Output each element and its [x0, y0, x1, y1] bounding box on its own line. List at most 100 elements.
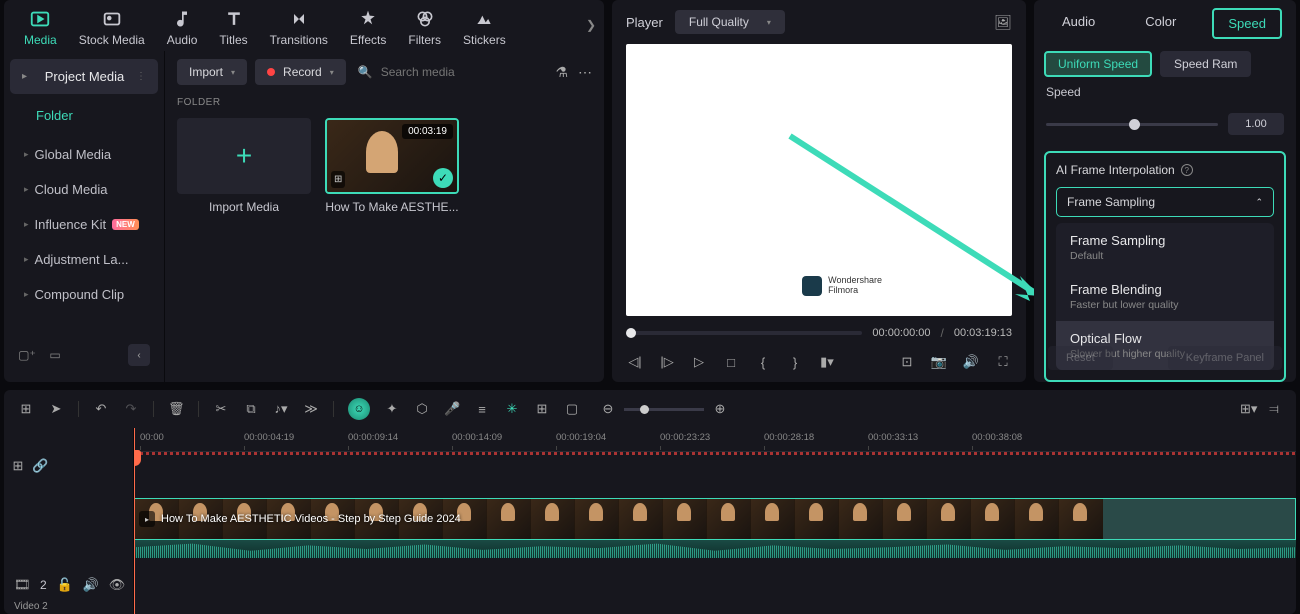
camera-icon[interactable]: 📷 [930, 354, 948, 370]
box-icon[interactable]: ▢ [564, 401, 580, 417]
shield-icon[interactable]: ⬡ [414, 401, 430, 417]
watermark: WondershareFilmora [802, 276, 882, 296]
import-media-tile[interactable]: + Import Media [177, 118, 311, 214]
search-input[interactable] [381, 65, 501, 79]
music-icon[interactable]: ♪▾ [273, 401, 289, 417]
undo-icon[interactable]: ↶ [93, 401, 109, 417]
opt-frame-sampling[interactable]: Frame SamplingDefault [1056, 223, 1274, 272]
prev-frame-icon[interactable]: ◁| [626, 354, 644, 370]
zoom-in-icon[interactable]: ⊕ [712, 401, 728, 417]
main-tabs: Media Stock Media Audio Titles Transitio… [4, 0, 604, 51]
collapse-sidebar[interactable]: ‹ [128, 344, 150, 366]
track-count: 2 [40, 578, 47, 592]
mixer-icon[interactable]: ⫤ [1266, 401, 1282, 417]
player-viewport[interactable]: WondershareFilmora [626, 44, 1012, 316]
snapshot-icon[interactable]: 🖼 [994, 14, 1012, 31]
subtab-ramp[interactable]: Speed Ram [1160, 51, 1251, 77]
tab-audio[interactable]: Audio [167, 8, 198, 47]
speed-value[interactable]: 1.00 [1228, 113, 1284, 135]
project-media-header[interactable]: Project Media⋮ [10, 59, 158, 94]
tabs-overflow[interactable]: ❯ [586, 18, 596, 32]
crop-icon[interactable]: ⧉ [243, 401, 259, 417]
zoom-slider[interactable] [624, 408, 704, 411]
tab-stock[interactable]: Stock Media [79, 8, 145, 47]
import-button[interactable]: Import▾ [177, 59, 247, 85]
mute-icon[interactable]: 🔊 [83, 577, 99, 593]
effects-icon [357, 8, 379, 30]
sidebar-adjustment-layer[interactable]: Adjustment La... [10, 242, 158, 277]
text-icon[interactable]: ≡ [474, 402, 490, 417]
playhead[interactable] [134, 428, 135, 614]
speed-slider[interactable] [1046, 123, 1218, 126]
play-icon[interactable]: ▷ [690, 354, 708, 370]
scrub-bar[interactable] [626, 331, 862, 335]
tab-stickers[interactable]: Stickers [463, 8, 506, 47]
fullscreen-icon[interactable]: ⛶ [994, 354, 1012, 370]
ai-icon[interactable]: ☺ [348, 398, 370, 420]
sidebar-compound-clip[interactable]: Compound Clip [10, 277, 158, 312]
film-icon: 🎞 [14, 577, 30, 593]
player-label: Player [626, 15, 663, 30]
new-folder-icon[interactable]: ▢⁺ [18, 346, 36, 364]
overflow-icon[interactable]: ≫ [303, 401, 319, 417]
subtab-uniform[interactable]: Uniform Speed [1044, 51, 1152, 77]
opt-frame-blending[interactable]: Frame BlendingFaster but lower quality [1056, 272, 1274, 321]
tab-transitions[interactable]: Transitions [270, 8, 328, 47]
prop-tab-speed[interactable]: Speed [1212, 8, 1282, 39]
prop-tab-color[interactable]: Color [1131, 8, 1190, 39]
display-icon[interactable]: ⊡ [898, 354, 916, 370]
tab-filters[interactable]: Filters [408, 8, 441, 47]
link-icon[interactable]: 🔗 [32, 458, 48, 474]
delete-icon[interactable]: 🗑 [168, 401, 184, 417]
redo-icon[interactable]: ↷ [123, 401, 139, 417]
keyframe-panel-button[interactable]: Keyframe Panel [1168, 346, 1282, 370]
prop-tab-audio[interactable]: Audio [1048, 8, 1109, 39]
mark-in-icon[interactable]: { [754, 355, 772, 370]
next-frame-icon[interactable]: |▷ [658, 354, 676, 370]
media-sidebar: Project Media⋮ Folder Global Media Cloud… [4, 51, 164, 382]
stop-icon[interactable]: □ [722, 355, 740, 370]
wondershare-icon [802, 276, 822, 296]
timeline-settings-icon[interactable]: ⊞ [18, 401, 34, 417]
record-button[interactable]: Record▾ [255, 59, 346, 85]
video-track-label: Video 2 [14, 601, 48, 612]
timeline-clip[interactable]: ▸ How To Make AESTHETIC Videos - Step by… [134, 498, 1296, 540]
pointer-icon[interactable]: ➤ [48, 401, 64, 417]
info-icon[interactable]: ? [1181, 164, 1193, 176]
tab-titles[interactable]: Titles [219, 8, 247, 47]
current-time: 00:00:00:00 [872, 327, 930, 339]
sidebar-global-media[interactable]: Global Media [10, 137, 158, 172]
stock-icon [101, 8, 123, 30]
view-icon[interactable]: ⊞▾ [1240, 401, 1256, 417]
highlight-icon[interactable]: ✳ [504, 401, 520, 417]
sidebar-influence-kit[interactable]: Influence KitNEW [10, 207, 158, 242]
volume-icon[interactable]: 🔊 [962, 354, 980, 370]
media-clip[interactable]: 00:03:19 ⊞ ✓ How To Make AESTHE... [325, 118, 459, 214]
video-type-icon: ⊞ [331, 171, 345, 188]
sparkle-icon[interactable]: ✦ [384, 401, 400, 417]
grid-icon[interactable]: ⊞ [534, 401, 550, 417]
mic-icon[interactable]: 🎤 [444, 401, 460, 417]
sidebar-cloud-media[interactable]: Cloud Media [10, 172, 158, 207]
split-icon[interactable]: ✂ [213, 401, 229, 417]
audio-waveform[interactable] [134, 540, 1296, 558]
add-track-icon[interactable]: ⊞ [10, 458, 26, 474]
folder-label[interactable]: Folder [10, 94, 158, 137]
timeline-tracks[interactable]: 00:0000:00:04:1900:00:09:1400:00:14:0900… [134, 428, 1296, 614]
lock-icon[interactable]: 🔓 [57, 577, 73, 593]
quality-select[interactable]: Full Quality▾ [675, 10, 785, 34]
more-icon[interactable]: ⋯ [578, 64, 592, 81]
record-dot-icon [267, 68, 275, 76]
reset-button[interactable]: Reset [1048, 346, 1113, 370]
speed-label: Speed [1046, 85, 1284, 99]
marker-icon[interactable]: ▮▾ [818, 354, 836, 370]
tab-effects[interactable]: Effects [350, 8, 386, 47]
tab-media[interactable]: Media [24, 8, 57, 47]
filter-icon[interactable]: ⚗ [555, 64, 568, 81]
transitions-icon [288, 8, 310, 30]
folder-icon[interactable]: ▭ [46, 346, 64, 364]
interpolation-select[interactable]: Frame Sampling⌃ [1056, 187, 1274, 217]
eye-icon[interactable]: 👁 [109, 577, 125, 593]
mark-out-icon[interactable]: } [786, 355, 804, 370]
zoom-out-icon[interactable]: ⊖ [600, 401, 616, 417]
